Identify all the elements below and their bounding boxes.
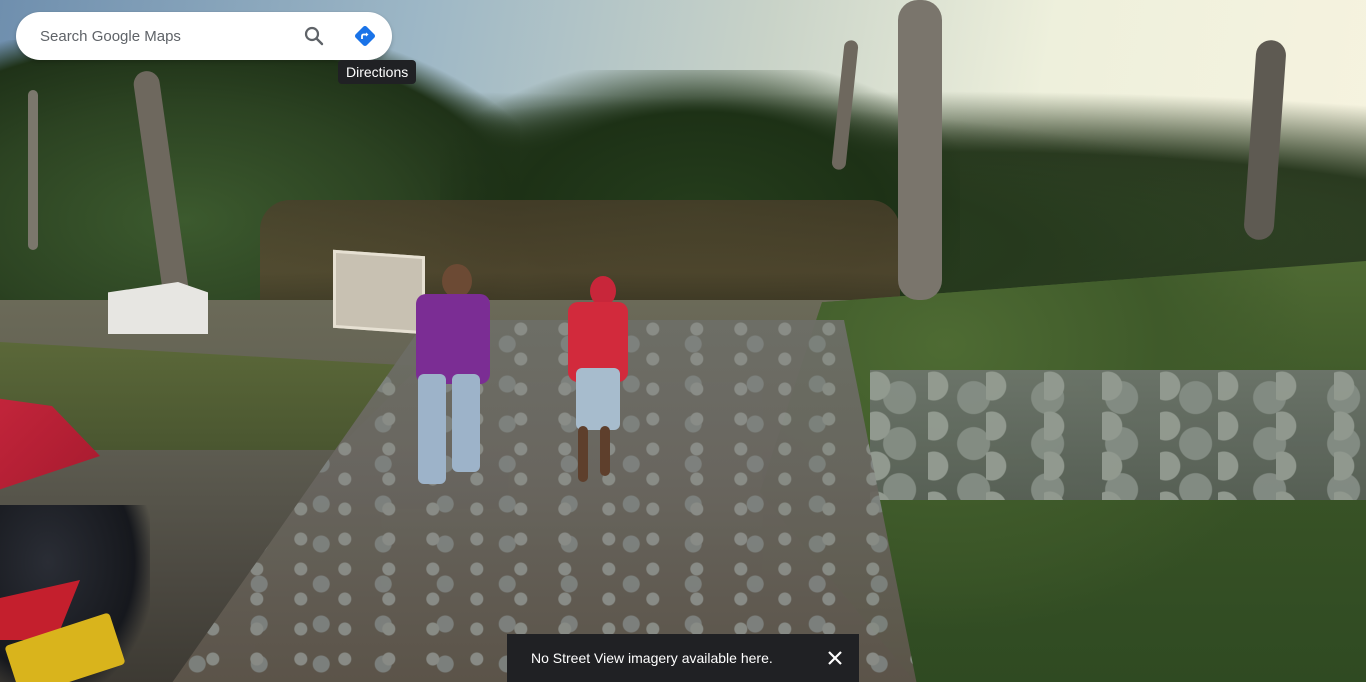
person: [566, 276, 630, 488]
directions-tooltip: Directions: [338, 60, 417, 84]
shorts: [576, 368, 620, 430]
stone-wall: [870, 370, 1366, 500]
search-icon: [304, 26, 324, 46]
tree-trunk: [28, 90, 38, 250]
no-imagery-toast: No Street View imagery available here.: [507, 634, 859, 682]
directions-button[interactable]: [353, 24, 377, 48]
leg: [578, 426, 588, 482]
head: [442, 264, 472, 298]
tree-trunk: [898, 0, 942, 300]
toast-message: No Street View imagery available here.: [531, 650, 773, 666]
torso: [416, 294, 490, 384]
search-input[interactable]: [40, 24, 290, 48]
leg: [600, 426, 610, 476]
search-button[interactable]: [302, 24, 326, 48]
directions-icon: [355, 26, 375, 46]
close-button[interactable]: [811, 634, 859, 682]
panorama-image: [0, 0, 1366, 682]
street-view-panorama[interactable]: Directions No Street View imagery availa…: [0, 0, 1366, 682]
leg: [418, 374, 446, 484]
person: [412, 262, 492, 498]
search-box: [16, 12, 392, 60]
close-icon: [828, 651, 842, 665]
leg: [452, 374, 480, 472]
